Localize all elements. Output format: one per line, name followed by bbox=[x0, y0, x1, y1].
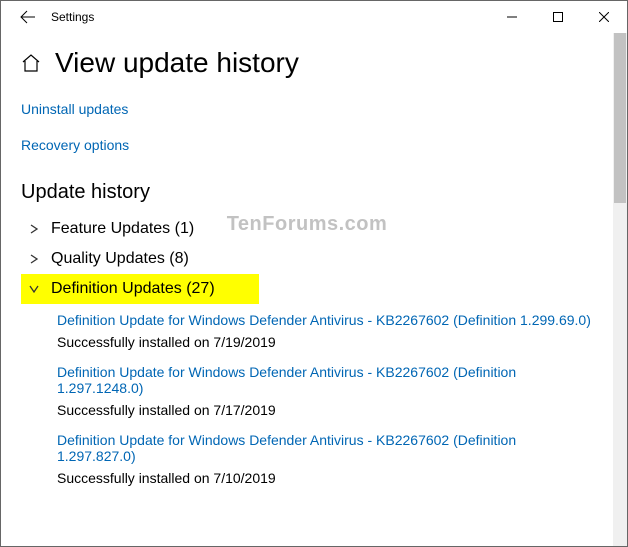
update-status: Successfully installed on 7/17/2019 bbox=[57, 402, 593, 418]
maximize-button[interactable] bbox=[535, 1, 581, 33]
update-status: Successfully installed on 7/19/2019 bbox=[57, 334, 593, 350]
update-item: Definition Update for Windows Defender A… bbox=[57, 312, 593, 350]
page-header: View update history bbox=[21, 47, 593, 79]
scrollbar[interactable] bbox=[613, 33, 627, 546]
titlebar: Settings bbox=[1, 1, 627, 33]
home-icon[interactable] bbox=[21, 53, 41, 73]
update-link[interactable]: Definition Update for Windows Defender A… bbox=[57, 432, 593, 464]
chevron-right-icon bbox=[27, 224, 41, 234]
update-link[interactable]: Definition Update for Windows Defender A… bbox=[57, 364, 593, 396]
window-title: Settings bbox=[51, 10, 94, 24]
recovery-options-link[interactable]: Recovery options bbox=[21, 137, 129, 153]
minimize-icon bbox=[507, 12, 517, 22]
minimize-button[interactable] bbox=[489, 1, 535, 33]
scrollbar-thumb[interactable] bbox=[614, 33, 626, 203]
category-label: Definition Updates (27) bbox=[51, 280, 215, 298]
content-area: TenForums.com View update history Uninst… bbox=[1, 33, 613, 546]
category-label: Feature Updates (1) bbox=[51, 220, 194, 238]
update-status: Successfully installed on 7/10/2019 bbox=[57, 470, 593, 486]
update-link[interactable]: Definition Update for Windows Defender A… bbox=[57, 312, 593, 328]
close-icon bbox=[599, 12, 609, 22]
category-definition-updates[interactable]: Definition Updates (27) bbox=[21, 274, 259, 304]
maximize-icon bbox=[553, 12, 563, 22]
page-title: View update history bbox=[55, 47, 299, 79]
update-history-heading: Update history bbox=[21, 181, 593, 204]
window-controls bbox=[489, 1, 627, 33]
chevron-right-icon bbox=[27, 254, 41, 264]
back-button[interactable] bbox=[9, 1, 47, 33]
category-quality-updates[interactable]: Quality Updates (8) bbox=[27, 244, 593, 274]
close-button[interactable] bbox=[581, 1, 627, 33]
category-label: Quality Updates (8) bbox=[51, 250, 189, 268]
update-item: Definition Update for Windows Defender A… bbox=[57, 432, 593, 486]
category-feature-updates[interactable]: Feature Updates (1) bbox=[27, 214, 593, 244]
chevron-down-icon bbox=[27, 284, 41, 294]
arrow-left-icon bbox=[20, 9, 36, 25]
uninstall-updates-link[interactable]: Uninstall updates bbox=[21, 101, 128, 117]
update-item: Definition Update for Windows Defender A… bbox=[57, 364, 593, 418]
